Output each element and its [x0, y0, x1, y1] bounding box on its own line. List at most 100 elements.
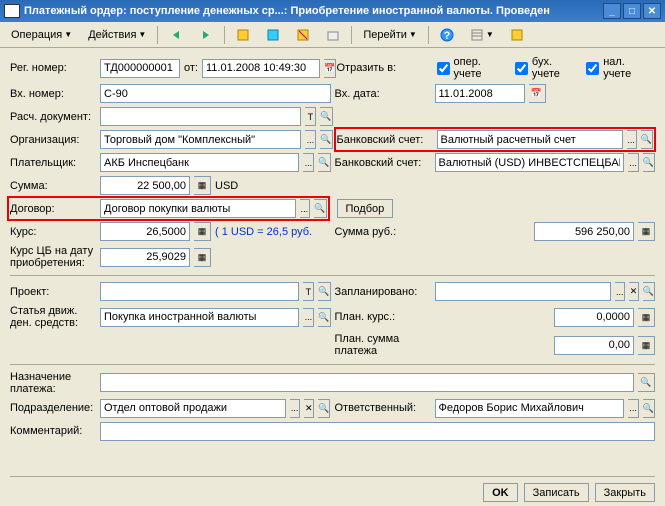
buh-checkbox[interactable] — [515, 62, 528, 75]
org-field[interactable] — [100, 130, 301, 149]
clear-icon[interactable]: T — [303, 282, 314, 301]
podrazd-label: Подразделение: — [10, 402, 96, 414]
dogovor-field[interactable] — [100, 199, 296, 218]
statya-field[interactable] — [100, 308, 299, 327]
summa-field[interactable] — [100, 176, 190, 195]
search-icon[interactable]: 🔍 — [641, 130, 653, 149]
calendar-icon[interactable]: 📅 — [324, 59, 336, 78]
form-content: Рег. номер: от: 📅 Отразить в: опер. учет… — [0, 48, 665, 453]
reg-num-label: Рег. номер: — [10, 62, 96, 74]
forward-icon[interactable] — [192, 25, 220, 45]
vh-num-field[interactable] — [100, 84, 331, 103]
ot-label: от: — [184, 62, 198, 74]
search-icon[interactable]: 🔍 — [318, 399, 330, 418]
kurs-field[interactable] — [100, 222, 190, 241]
plan-summa-field[interactable] — [554, 336, 634, 355]
select-icon[interactable]: ... — [303, 308, 314, 327]
save-button[interactable]: Записать — [524, 483, 589, 502]
select-icon[interactable]: ... — [627, 130, 637, 149]
search-icon[interactable]: 🔍 — [320, 130, 332, 149]
select-icon[interactable]: ... — [628, 153, 638, 172]
summa-label: Сумма: — [10, 180, 96, 192]
window-icon — [4, 4, 20, 18]
tool-icon-4[interactable] — [319, 25, 347, 45]
search-icon[interactable]: 🔍 — [318, 282, 330, 301]
minimize-button[interactable]: _ — [603, 3, 621, 19]
clear-icon[interactable]: ✕ — [304, 399, 314, 418]
bank2-label: Банковский счет: — [335, 157, 431, 169]
vh-num-label: Вх. номер: — [10, 88, 96, 100]
podrazd-field[interactable] — [100, 399, 286, 418]
select-icon[interactable]: ... — [628, 399, 638, 418]
actions-menu[interactable]: Действия▼ — [81, 26, 153, 44]
proekt-label: Проект: — [10, 286, 96, 298]
search-icon[interactable]: 🔍 — [318, 153, 330, 172]
search-icon[interactable]: 🔍 — [643, 282, 655, 301]
kurs-cb-label: Курс ЦБ на дату приобретения: — [10, 245, 96, 269]
rasch-doc-label: Расч. документ: — [10, 111, 96, 123]
date-field[interactable] — [202, 59, 320, 78]
podbor-button[interactable]: Подбор — [337, 199, 394, 218]
select-icon[interactable]: ... — [303, 153, 314, 172]
tool-icon-6[interactable] — [503, 25, 531, 45]
search-icon[interactable]: 🔍 — [643, 399, 655, 418]
calc-icon[interactable]: ▦ — [194, 222, 211, 241]
toolbar: Операция▼ Действия▼ Перейти▼ ? ▼ — [0, 22, 665, 48]
select-icon[interactable]: ... — [300, 199, 311, 218]
calc-icon[interactable]: ▦ — [638, 308, 655, 327]
search-icon[interactable]: 🔍 — [318, 308, 330, 327]
nazn-field[interactable] — [100, 373, 634, 392]
close-form-button[interactable]: Закрыть — [595, 483, 655, 502]
plan-kurs-field[interactable] — [554, 308, 634, 327]
nazn-label: Назначение платежа: — [10, 371, 96, 395]
oper-checkbox[interactable] — [437, 62, 450, 75]
komment-label: Комментарий: — [10, 425, 96, 437]
titlebar: Платежный ордер: поступление денежных ср… — [0, 0, 665, 22]
payer-field[interactable] — [100, 153, 299, 172]
close-button[interactable]: ✕ — [643, 3, 661, 19]
search-icon[interactable]: 🔍 — [643, 153, 655, 172]
select-icon[interactable]: ... — [615, 282, 625, 301]
calc-icon[interactable]: ▦ — [194, 248, 211, 267]
help-icon[interactable]: ? — [433, 25, 461, 45]
ok-button[interactable]: OK — [483, 483, 518, 502]
svg-text:?: ? — [443, 30, 450, 42]
calc-icon[interactable]: ▦ — [638, 222, 655, 241]
kurs-label: Курс: — [10, 226, 96, 238]
bank1-field[interactable] — [437, 130, 623, 149]
vh-date-field[interactable] — [435, 84, 525, 103]
search-icon[interactable]: 🔍 — [638, 373, 655, 392]
nal-checkbox[interactable] — [586, 62, 599, 75]
goto-menu[interactable]: Перейти▼ — [356, 26, 424, 44]
select-icon[interactable]: ... — [305, 130, 316, 149]
zaplan-label: Запланировано: — [335, 286, 431, 298]
reg-num-field[interactable] — [100, 59, 180, 78]
zaplan-field[interactable] — [435, 282, 612, 301]
kurs-hint: ( 1 USD = 26,5 руб. — [215, 226, 312, 238]
maximize-button[interactable]: □ — [623, 3, 641, 19]
clear-icon[interactable]: T — [305, 107, 316, 126]
statya-label: Статья движ. ден. средств: — [10, 305, 96, 329]
window-title: Платежный ордер: поступление денежных ср… — [24, 5, 603, 17]
komment-field[interactable] — [100, 422, 655, 441]
operation-menu[interactable]: Операция▼ — [4, 26, 79, 44]
tool-icon-5[interactable]: ▼ — [463, 25, 501, 45]
calc-icon[interactable]: ▦ — [638, 336, 655, 355]
select-icon[interactable]: ... — [290, 399, 300, 418]
clear-icon[interactable]: ✕ — [629, 282, 639, 301]
tool-icon-1[interactable] — [229, 25, 257, 45]
tool-icon-2[interactable] — [259, 25, 287, 45]
vh-date-label: Вх. дата: — [335, 88, 431, 100]
kurs-cb-field[interactable] — [100, 248, 190, 267]
search-icon[interactable]: 🔍 — [314, 199, 326, 218]
search-icon[interactable]: 🔍 — [320, 107, 332, 126]
summa-rub-field[interactable] — [534, 222, 634, 241]
calendar-icon[interactable]: 📅 — [529, 84, 546, 103]
proekt-field[interactable] — [100, 282, 299, 301]
calc-icon[interactable]: ▦ — [194, 176, 211, 195]
back-icon[interactable] — [162, 25, 190, 45]
otv-field[interactable] — [435, 399, 625, 418]
tool-icon-3[interactable] — [289, 25, 317, 45]
bank2-field[interactable] — [435, 153, 625, 172]
rasch-doc-field[interactable] — [100, 107, 301, 126]
